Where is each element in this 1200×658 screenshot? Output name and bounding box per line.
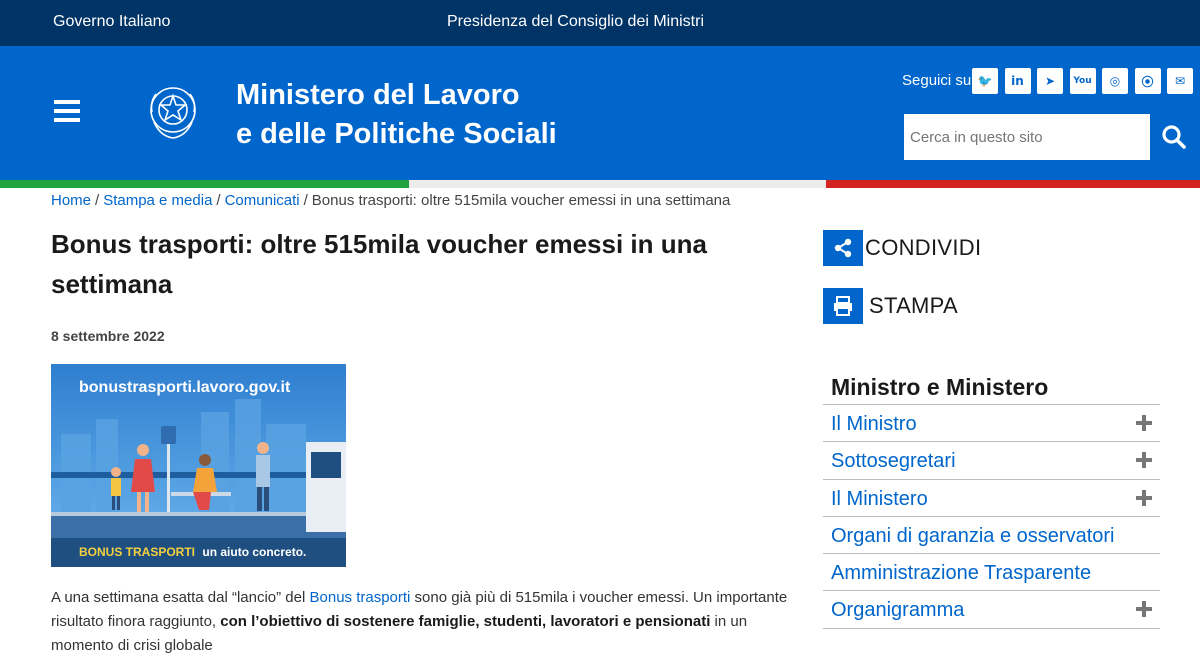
governo-italiano-link[interactable]: Governo Italiano: [53, 13, 170, 31]
linkedin-icon[interactable]: in: [1004, 68, 1031, 94]
sidebar-menu-item: Organigramma: [823, 591, 1160, 629]
print-label: STAMPA: [869, 293, 958, 318]
print-button[interactable]: STAMPA: [823, 288, 958, 324]
rss-icon[interactable]: ⦿: [1134, 68, 1161, 94]
sidebar-menu: Il Ministro Sottosegretari Il Ministero Org…: [823, 404, 1160, 629]
sidebar-menu-link[interactable]: Sottosegretari: [831, 450, 956, 473]
search-icon: [1162, 125, 1186, 149]
breadcrumb-stampa-media[interactable]: Stampa e media: [103, 192, 212, 209]
print-icon: [823, 288, 863, 324]
site-title[interactable]: Ministero del Lavoro e delle Politiche S…: [236, 76, 557, 154]
share-icon: [823, 230, 863, 266]
sidebar-menu-link[interactable]: Organi di garanzia e osservatori: [831, 525, 1114, 548]
telegram-icon[interactable]: ➤: [1037, 68, 1063, 94]
article-date: 8 settembre 2022: [51, 328, 165, 344]
image-caption-rest: un aiuto concreto.: [202, 545, 306, 559]
breadcrumb-comunicati[interactable]: Comunicati: [225, 192, 300, 209]
share-label: CONDIVIDI: [865, 235, 982, 260]
sidebar-menu-item: Il Ministro: [823, 405, 1160, 443]
share-button[interactable]: CONDIVIDI: [823, 230, 981, 266]
youtube-icon[interactable]: You: [1069, 68, 1096, 94]
emblem-icon: [150, 87, 196, 139]
email-icon[interactable]: ✉: [1167, 68, 1193, 94]
top-bar: Governo Italiano Presidenza del Consigli…: [0, 0, 1200, 46]
sidebar-menu-item: Organi di garanzia e osservatori: [823, 517, 1160, 555]
breadcrumb-current: Bonus trasporti: oltre 515mila voucher e…: [311, 192, 731, 209]
site-header: Ministero del Lavoro e delle Politiche S…: [0, 46, 1200, 180]
page-title: Bonus trasporti: oltre 515mila voucher e…: [51, 229, 707, 299]
image-caption-strong: BONUS TRASPORTI: [79, 545, 195, 559]
search-input[interactable]: [904, 114, 1150, 160]
svg-text:BONUS TRASPORTI un aiuto: BONUS TRASPORTI un aiuto concreto.: [79, 545, 306, 559]
site-title-line2: e delle Politiche Sociali: [236, 118, 557, 150]
expand-plus-icon[interactable]: [1136, 452, 1152, 469]
breadcrumb: Home / Stampa e media / Comunicati / Bonus tra…: [51, 192, 731, 209]
sidebar-menu-item: Il Ministero: [823, 480, 1160, 517]
instagram-icon[interactable]: ◎: [1102, 68, 1128, 94]
sidebar-menu-link[interactable]: Il Ministro: [831, 413, 917, 436]
sidebar-menu-item: Sottosegretari: [823, 442, 1160, 480]
expand-plus-icon[interactable]: [1136, 415, 1152, 431]
site-title-line1: Ministero del Lavoro: [236, 79, 520, 111]
twitter-icon[interactable]: 🐦: [972, 68, 998, 94]
sidebar-menu-link[interactable]: Organigramma: [831, 599, 964, 622]
expand-plus-icon[interactable]: [1136, 489, 1152, 506]
article-body: A una settimana esatta dal “lancio” del …: [51, 589, 788, 654]
sidebar-menu-item: Amministrazione Trasparente: [823, 554, 1160, 592]
expand-plus-icon[interactable]: [1136, 601, 1152, 618]
follow-label: Seguici su:: [902, 72, 976, 89]
sidebar-heading: Ministro e Ministero: [831, 374, 1049, 400]
image-url-text: bonustrasporti.lavoro.gov.it: [79, 379, 291, 396]
bonus-trasporti-link[interactable]: Bonus trasporti: [310, 589, 411, 606]
breadcrumb-home[interactable]: Home: [51, 192, 91, 209]
search-button[interactable]: [1150, 114, 1198, 160]
presidenza-link[interactable]: Presidenza del Consiglio dei Ministri: [447, 13, 704, 31]
sidebar-menu-link[interactable]: Il Ministero: [831, 488, 928, 511]
menu-icon[interactable]: [54, 100, 80, 122]
flag-stripe: [0, 180, 1200, 188]
article-image: bonustrasporti.lavoro.gov.it BONUS TRASP…: [51, 364, 346, 567]
sidebar-menu-link[interactable]: Amministrazione Trasparente: [831, 562, 1091, 585]
